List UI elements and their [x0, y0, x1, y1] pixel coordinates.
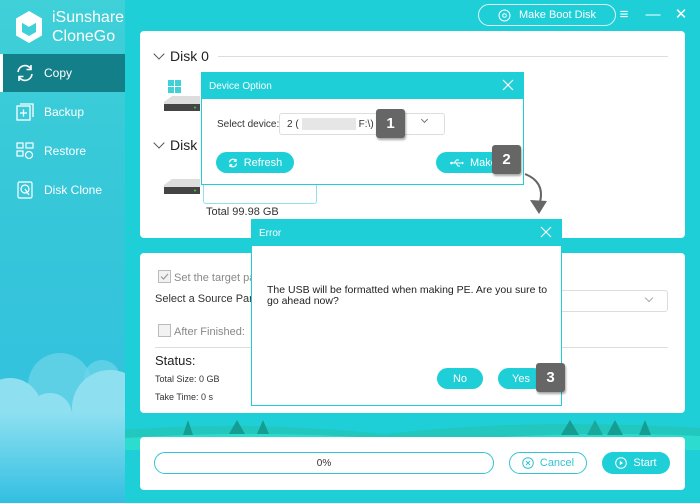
- sidebar-item-backup[interactable]: Backup: [0, 93, 125, 131]
- status-label: Status:: [155, 353, 196, 368]
- app-name-line2: CloneGo: [52, 28, 116, 45]
- refresh-icon: [228, 158, 237, 167]
- set-target-option[interactable]: Set the target pa: [158, 268, 255, 286]
- logo-icon: [16, 11, 42, 43]
- cancel-circle-icon: [522, 457, 534, 469]
- device-value-suffix: F:\): [358, 118, 374, 130]
- dialog-title: Device Option: [209, 80, 272, 92]
- set-target-checkbox[interactable]: [158, 270, 171, 284]
- after-finished-label: After Finished:: [174, 326, 245, 338]
- chevron-down-icon: [153, 48, 165, 60]
- disk-1-header[interactable]: Disk: [153, 137, 198, 153]
- error-message: The USB will be formatted when making PE…: [267, 284, 548, 307]
- step-badge-1: 1: [376, 109, 405, 138]
- restore-grid-icon: [14, 140, 36, 162]
- curved-arrow-icon: [524, 173, 547, 214]
- refresh-cycle-icon: [14, 62, 36, 84]
- after-finished-checkbox[interactable]: [158, 324, 171, 338]
- cancel-button[interactable]: Cancel: [509, 452, 587, 474]
- start-label: Start: [633, 457, 657, 469]
- disk-1-total: Total 99.98 GB: [206, 206, 279, 218]
- device-select[interactable]: 2 ( F:\): [279, 113, 445, 135]
- after-finished-option[interactable]: After Finished:: [158, 322, 245, 340]
- disc-icon: [498, 9, 511, 21]
- close-button[interactable]: ✕: [672, 5, 690, 23]
- dialog-title: Error: [259, 227, 282, 239]
- sidebar-item-copy[interactable]: Copy: [0, 54, 125, 92]
- close-icon: ✕: [674, 6, 688, 23]
- chevron-down-icon: [644, 293, 654, 303]
- device-option-dialog: Device Option Select device: 2 ( F:\) Re…: [201, 72, 524, 185]
- sidebar-item-label: Disk Clone: [44, 183, 103, 197]
- usb-icon: [450, 159, 464, 166]
- windows-disk-icon: [164, 80, 200, 111]
- sidebar-item-restore[interactable]: Restore: [0, 132, 125, 170]
- step-badge-3: 3: [536, 363, 565, 392]
- select-source-label: Select a Source Par: [155, 293, 253, 305]
- progress-bar: 0%: [154, 452, 494, 474]
- chevron-down-icon: [420, 115, 429, 124]
- disk-clone-icon: [14, 179, 36, 201]
- make-boot-disk-button[interactable]: Make Boot Disk: [478, 4, 616, 26]
- redacted-device-name: [301, 118, 356, 130]
- sidebar-item-label: Copy: [44, 66, 73, 80]
- chevron-down-icon: [153, 137, 165, 149]
- sidebar-item-label: Backup: [44, 105, 85, 119]
- backup-plus-icon: [14, 101, 36, 123]
- dialog-title-bar: Error: [252, 220, 561, 246]
- yes-label: Yes: [512, 372, 530, 385]
- sidebar: iSunshare CloneGo Copy Backup Restore Di…: [0, 0, 125, 503]
- total-size: Total Size: 0 GB: [155, 374, 220, 384]
- make-boot-disk-label: Make Boot Disk: [518, 9, 597, 21]
- start-button[interactable]: Start: [602, 452, 670, 474]
- clouds-decoration: [0, 353, 125, 500]
- close-icon[interactable]: [539, 225, 553, 239]
- sidebar-item-disk-clone[interactable]: Disk Clone: [0, 171, 125, 209]
- progress-text: 0%: [316, 457, 332, 469]
- minimize-icon: —: [645, 5, 661, 23]
- close-icon[interactable]: [501, 78, 515, 92]
- select-device-label: Select device:: [217, 119, 280, 130]
- no-label: No: [452, 372, 468, 385]
- error-dialog: Error The USB will be formatted when mak…: [251, 219, 562, 406]
- app-name-line1: iSunshare: [52, 9, 125, 26]
- minimize-button[interactable]: —: [644, 5, 662, 23]
- disk-1-label: Disk: [170, 137, 198, 153]
- hard-disk-icon: [164, 179, 200, 194]
- play-circle-icon: [615, 457, 628, 469]
- divider: [218, 56, 668, 57]
- menu-button[interactable]: ≡: [615, 5, 633, 23]
- refresh-button[interactable]: Refresh: [216, 152, 294, 173]
- device-value-prefix: 2 (: [287, 118, 299, 130]
- set-target-label: Set the target pa: [174, 272, 256, 284]
- refresh-label: Refresh: [243, 156, 283, 169]
- no-button[interactable]: No: [437, 368, 483, 389]
- take-time: Take Time: 0 s: [155, 392, 214, 402]
- cancel-label: Cancel: [539, 457, 575, 469]
- app-logo: iSunshare CloneGo: [14, 8, 124, 46]
- menu-icon: ≡: [619, 5, 629, 23]
- dialog-title-bar: Device Option: [202, 73, 523, 99]
- disk-0-header[interactable]: Disk 0: [153, 48, 209, 64]
- disk-0-label: Disk 0: [170, 48, 209, 64]
- sidebar-item-label: Restore: [44, 144, 87, 158]
